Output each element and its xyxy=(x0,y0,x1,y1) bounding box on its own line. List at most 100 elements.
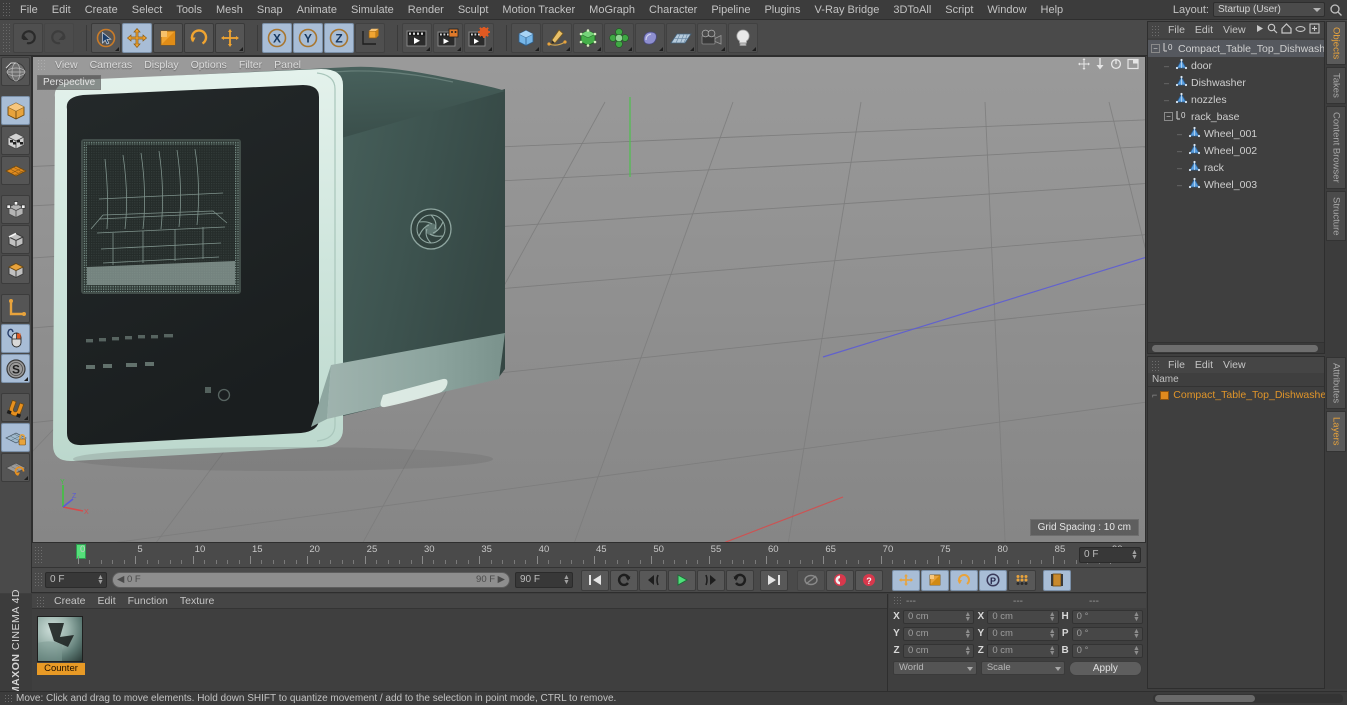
object-tree-row[interactable]: −0 Compact_Table_Top_Dishwasher xyxy=(1148,40,1324,57)
tool-expand-corner[interactable] xyxy=(488,46,492,51)
layer-color-swatch[interactable] xyxy=(1160,390,1170,400)
object-tree-row[interactable]: −0 rack_base xyxy=(1148,108,1324,125)
viewport-menu-cameras[interactable]: Cameras xyxy=(84,58,139,72)
coordinate-system-select[interactable]: World xyxy=(893,661,977,675)
menu-item-mograph[interactable]: MoGraph xyxy=(582,1,642,19)
vertical-tab-attributes[interactable]: Attributes xyxy=(1326,357,1346,410)
vertical-tab-layers[interactable]: Layers xyxy=(1326,411,1346,452)
object-manager-menu-view[interactable]: View xyxy=(1218,23,1251,37)
status-bar-grip[interactable] xyxy=(4,693,12,704)
step-forward-button[interactable] xyxy=(697,569,725,591)
vertical-tab-structure[interactable]: Structure xyxy=(1326,190,1346,242)
stepper-icon[interactable]: ▲ ▼ xyxy=(964,611,971,623)
play-arrow-icon[interactable] xyxy=(1256,24,1264,36)
rotate-tool[interactable] xyxy=(184,22,214,53)
stepper-icon[interactable]: ▲ ▼ xyxy=(1133,611,1140,623)
coordinate-field-size[interactable]: 0 cm ▲ ▼ xyxy=(987,609,1059,624)
pan-view-icon[interactable] xyxy=(1078,58,1090,73)
maximize-view-icon[interactable] xyxy=(1127,58,1139,73)
end-frame-field[interactable]: 0 F ▲ ▼ xyxy=(1079,547,1141,563)
add-camera-button[interactable] xyxy=(697,22,727,53)
perspective-viewport[interactable]: View Cameras Display Options Filter Panel Per… xyxy=(32,56,1146,543)
vertical-tab-takes[interactable]: Takes xyxy=(1326,67,1346,105)
add-scene-object-button[interactable] xyxy=(635,22,665,53)
viewport-menu-panel[interactable]: Panel xyxy=(268,58,307,72)
render-settings-button[interactable] xyxy=(464,22,494,53)
add-generator-button[interactable] xyxy=(573,22,603,53)
coordinate-field-size[interactable]: 0 cm ▲ ▼ xyxy=(987,643,1059,658)
layout-select[interactable]: Startup (User) xyxy=(1213,2,1325,17)
object-tree-row[interactable]: – nozzles xyxy=(1148,91,1324,108)
layer-manager-menu-file[interactable]: File xyxy=(1163,358,1190,372)
bookmark-icon[interactable] xyxy=(1309,23,1320,37)
keyframe-selection-button[interactable]: ? xyxy=(855,569,883,591)
render-to-picture-viewer-button[interactable] xyxy=(433,22,463,53)
lock-x-axis-button[interactable]: X xyxy=(262,22,292,53)
menu-item-sculpt[interactable]: Sculpt xyxy=(451,1,496,19)
scale-key-toggle[interactable] xyxy=(921,569,949,591)
live-selection-tool[interactable] xyxy=(91,22,121,53)
stepper-icon[interactable]: ▲ ▼ xyxy=(97,574,104,586)
vertical-tab-objects[interactable]: Objects xyxy=(1326,21,1346,66)
go-to-previous-key-button[interactable] xyxy=(610,569,638,591)
scrollbar-thumb[interactable] xyxy=(1152,345,1318,352)
menu-item-3dtoall[interactable]: 3DToAll xyxy=(886,1,938,19)
lock-y-axis-button[interactable]: Y xyxy=(293,22,323,53)
stepper-icon[interactable]: ▲ ▼ xyxy=(1049,628,1056,640)
coordinate-field-position[interactable]: 0 cm ▲ ▼ xyxy=(903,643,975,658)
stepper-icon[interactable]: ▲ ▼ xyxy=(1133,645,1140,657)
render-view-button[interactable] xyxy=(402,22,432,53)
menu-item-help[interactable]: Help xyxy=(1034,1,1071,19)
menu-item-edit[interactable]: Edit xyxy=(45,1,78,19)
tool-expand-corner[interactable] xyxy=(24,377,28,381)
layer-manager-menu-edit[interactable]: Edit xyxy=(1190,358,1218,372)
add-spline-button[interactable] xyxy=(542,22,572,53)
lock-z-axis-button[interactable]: Z xyxy=(324,22,354,53)
tool-expand-corner[interactable] xyxy=(535,46,539,51)
tool-expand-corner[interactable] xyxy=(566,46,570,51)
stepper-icon[interactable]: ▲ ▼ xyxy=(1131,549,1138,561)
edges-mode-button[interactable] xyxy=(1,225,30,254)
menu-item-create[interactable]: Create xyxy=(78,1,125,19)
status-scrollbar[interactable] xyxy=(1153,694,1343,703)
menubar-grip[interactable] xyxy=(2,1,11,18)
expand-collapse-icon[interactable]: − xyxy=(1164,112,1173,121)
home-icon[interactable] xyxy=(1281,23,1292,37)
scale-tool[interactable] xyxy=(153,22,183,53)
tool-expand-corner[interactable] xyxy=(239,46,243,51)
object-manager-menu-edit[interactable]: Edit xyxy=(1190,23,1218,37)
menu-item-render[interactable]: Render xyxy=(401,1,451,19)
object-tree-row[interactable]: – Wheel_002 xyxy=(1148,142,1324,159)
make-editable-button[interactable] xyxy=(1,96,30,125)
viewport-menu-filter[interactable]: Filter xyxy=(233,58,268,72)
undo-button[interactable] xyxy=(13,22,43,53)
stepper-icon[interactable]: ▲ ▼ xyxy=(1133,628,1140,640)
null-object-icon[interactable]: 0 xyxy=(1162,41,1175,57)
tool-expand-corner[interactable] xyxy=(628,46,632,51)
object-manager-scrollbar[interactable] xyxy=(1148,342,1324,353)
coordinate-mode-select[interactable]: Scale xyxy=(980,661,1065,675)
rotation-key-toggle[interactable] xyxy=(950,569,978,591)
timeline-filter-button[interactable] xyxy=(1043,569,1071,591)
stepper-icon[interactable]: ▲ ▼ xyxy=(1049,645,1056,657)
search-icon[interactable] xyxy=(1329,3,1343,17)
animation-toolbar-grip[interactable] xyxy=(34,572,42,588)
autokeying-button[interactable] xyxy=(797,569,825,591)
ellipse-icon[interactable] xyxy=(1295,24,1306,36)
tool-expand-corner[interactable] xyxy=(752,46,756,51)
stepper-icon[interactable]: ▲ ▼ xyxy=(964,645,971,657)
coordinate-field-position[interactable]: 0 cm ▲ ▼ xyxy=(903,609,975,624)
texture-mode-button[interactable] xyxy=(1,156,30,185)
polygon-object-icon[interactable] xyxy=(1188,143,1201,159)
object-tree-row[interactable]: – rack xyxy=(1148,159,1324,176)
go-to-next-key-button[interactable] xyxy=(726,569,754,591)
polygon-object-icon[interactable] xyxy=(1175,92,1188,108)
tool-expand-corner[interactable] xyxy=(426,46,430,51)
add-light-button[interactable] xyxy=(728,22,758,53)
transform-tool[interactable] xyxy=(215,22,245,53)
magnet-tool-button[interactable] xyxy=(1,393,30,422)
object-tree-row[interactable]: – Wheel_001 xyxy=(1148,125,1324,142)
rotate-view-icon[interactable] xyxy=(1110,58,1122,73)
apply-button[interactable]: Apply xyxy=(1068,660,1143,676)
position-key-toggle[interactable] xyxy=(892,569,920,591)
